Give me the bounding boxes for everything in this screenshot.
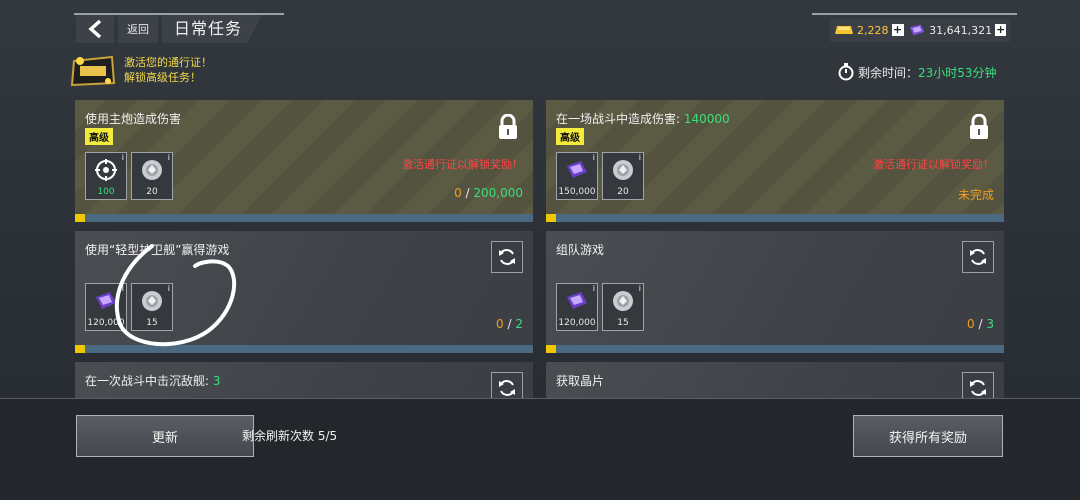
task-title-text: 在一次战斗中击沉敌舰: xyxy=(85,374,213,388)
timer-label: 剩余时间： xyxy=(858,65,919,80)
progress-separator: / xyxy=(974,317,987,331)
chevron-left-icon xyxy=(88,19,102,39)
task-title: 在一场战斗中造成伤害: 140000 xyxy=(556,110,730,127)
progress-total: 3 xyxy=(986,317,994,331)
gold-bar-icon xyxy=(835,26,853,34)
header-divider-right xyxy=(812,13,1017,15)
page-title: 日常任务 xyxy=(174,19,243,38)
back-label[interactable]: 返回 xyxy=(118,15,158,43)
progress-bar xyxy=(75,214,533,222)
silver-coin-icon xyxy=(613,160,633,180)
reward-slot[interactable]: i 100 xyxy=(85,152,127,200)
reward-slot[interactable]: i 150,000 xyxy=(556,152,598,200)
progress-bar-fill xyxy=(546,345,556,353)
battle-pass-badge-icon[interactable] xyxy=(70,53,116,89)
info-icon: i xyxy=(121,153,124,162)
back-button[interactable] xyxy=(76,15,114,43)
info-icon: i xyxy=(638,153,641,162)
progress-total: 2 xyxy=(515,317,523,331)
info-icon: i xyxy=(592,284,595,293)
task-progress: 0 / 2 xyxy=(496,317,523,331)
refresh-task-button[interactable] xyxy=(491,372,523,398)
reward-qty: 100 xyxy=(97,187,115,197)
reward-qty: 120,000 xyxy=(558,318,596,328)
task-card-main-gun-damage[interactable]: 使用主炮造成伤害 高级 i 100 i 20 激活通行证以解锁奖励！ 0 / 2… xyxy=(75,100,533,222)
progress-total: 200,000 xyxy=(473,186,523,200)
gold-amount: 2,228 xyxy=(857,23,889,37)
info-icon: i xyxy=(167,153,170,162)
premium-tag: 高级 xyxy=(556,128,584,145)
refresh-task-button[interactable] xyxy=(962,241,994,273)
refresh-count: 剩余刷新次数 5/5 xyxy=(242,429,338,443)
progress-current: 0 xyxy=(454,186,462,200)
progress-bar xyxy=(546,345,1004,353)
info-icon: i xyxy=(592,153,595,162)
silver-coin-icon xyxy=(142,160,162,180)
reward-qty: 20 xyxy=(617,187,629,197)
refresh-icon xyxy=(499,249,515,265)
promo-text[interactable]: 激活您的通行证！ 解锁高级任务！ xyxy=(124,55,212,85)
unlock-warning: 激活通行证以解锁奖励！ xyxy=(873,158,994,171)
add-gold-button[interactable]: + xyxy=(891,24,904,36)
promo-line-1: 激活您的通行证！ xyxy=(124,56,212,69)
reward-slot[interactable]: i 20 xyxy=(131,152,173,200)
lock-icon xyxy=(970,114,988,139)
claim-all-button[interactable]: 获得所有奖励 xyxy=(853,415,1003,457)
progress-current: 0 xyxy=(496,317,504,331)
crystal-ticket-icon xyxy=(567,161,587,178)
task-title: 组队游戏 xyxy=(556,243,605,257)
reward-qty: 150,000 xyxy=(558,187,596,197)
task-title-text: 在一场战斗中造成伤害: xyxy=(556,112,684,126)
promo-line-2: 解锁高级任务！ xyxy=(124,71,201,84)
task-title: 在一次战斗中击沉敌舰: 3 xyxy=(85,372,221,389)
reward-qty: 20 xyxy=(146,187,158,197)
task-target: 140000 xyxy=(683,112,730,126)
refresh-task-button[interactable] xyxy=(491,241,523,273)
task-title: 使用主炮造成伤害 xyxy=(85,112,182,126)
crystal-ticket-icon xyxy=(909,24,925,36)
progress-bar-fill xyxy=(546,214,556,222)
task-progress: 0 / 3 xyxy=(967,317,994,331)
progress-bar-fill xyxy=(75,345,85,353)
progress-bar-fill xyxy=(75,214,85,222)
refresh-icon xyxy=(970,380,986,396)
timer-value: 23小时53分钟 xyxy=(918,65,997,80)
crystal-amount: 31,641,321 xyxy=(929,23,993,37)
remaining-time: 剩余时间： 23小时53分钟 xyxy=(838,63,997,81)
hand-drawn-circle-annotation xyxy=(114,244,237,347)
task-title: 获取晶片 xyxy=(556,374,605,388)
reward-slot[interactable]: i 120,000 xyxy=(556,283,598,331)
refresh-icon xyxy=(970,249,986,265)
reward-slot[interactable]: i 20 xyxy=(602,152,644,200)
progress-separator: / xyxy=(461,186,474,200)
lock-icon xyxy=(499,114,517,139)
reward-slot[interactable]: i 15 xyxy=(602,283,644,331)
task-card-battle-damage[interactable]: 在一场战斗中造成伤害: 140000 高级 i 150,000 i 20 激活通… xyxy=(546,100,1004,222)
add-crystal-button[interactable]: + xyxy=(995,24,1006,36)
refresh-button[interactable]: 更新 xyxy=(76,415,254,457)
task-progress: 0 / 200,000 xyxy=(454,186,523,200)
crystal-currency: 31,641,321 + xyxy=(904,18,1010,42)
task-card-team-play[interactable]: 组队游戏 i 120,000 i 15 0 / 3 xyxy=(546,231,1004,353)
crystal-ticket-icon xyxy=(567,292,587,309)
task-target: 3 xyxy=(212,374,221,388)
reward-qty: 15 xyxy=(617,318,629,328)
task-card-get-chips[interactable]: 获取晶片 xyxy=(546,362,1004,398)
task-card-sink-enemies[interactable]: 在一次战斗中击沉敌舰: 3 xyxy=(75,362,533,398)
info-icon: i xyxy=(638,284,641,293)
progress-current: 0 xyxy=(967,317,975,331)
task-status: 未完成 xyxy=(957,188,994,202)
refresh-task-button[interactable] xyxy=(962,372,994,398)
unlock-warning: 激活通行证以解锁奖励！ xyxy=(402,158,523,171)
gold-currency: 2,228 + xyxy=(830,18,908,42)
progress-separator: / xyxy=(503,317,516,331)
silver-coin-icon xyxy=(613,291,633,311)
crosshair-icon xyxy=(95,159,117,181)
progress-bar xyxy=(546,214,1004,222)
premium-tag: 高级 xyxy=(85,128,113,145)
refresh-icon xyxy=(499,380,515,396)
stopwatch-icon xyxy=(838,63,854,81)
